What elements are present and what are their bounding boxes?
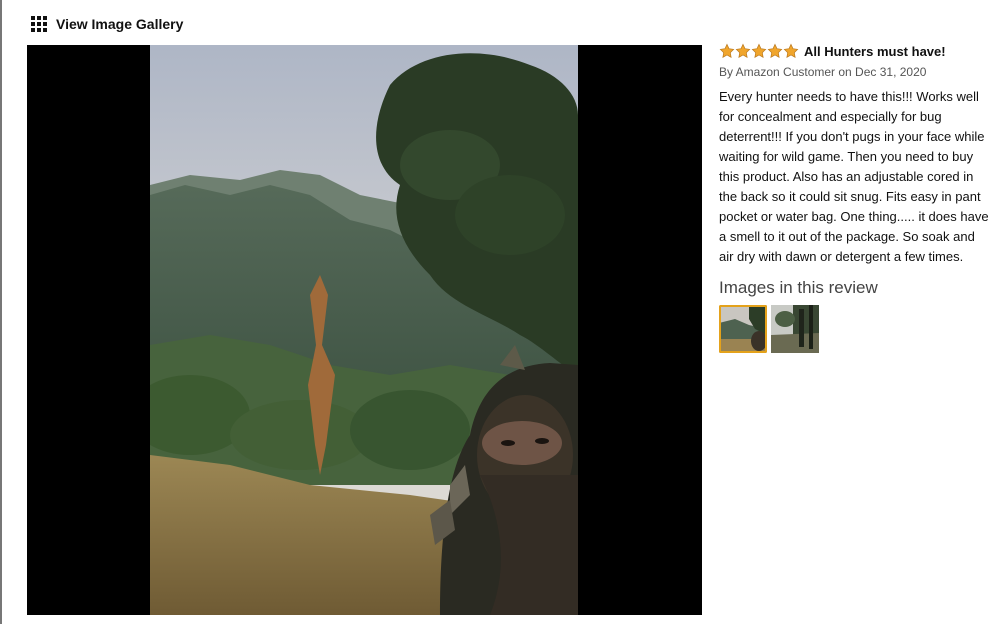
star-rating (719, 43, 799, 59)
star-icon (719, 43, 735, 58)
star-icon (751, 43, 767, 58)
review-thumbnail-1[interactable] (719, 305, 767, 353)
window-left-edge (0, 0, 2, 624)
review-panel: All Hunters must have! By Amazon Custome… (719, 42, 989, 353)
review-byline: By Amazon Customer on Dec 31, 2020 (719, 65, 927, 79)
review-title-row: All Hunters must have! (719, 42, 989, 60)
star-icon (735, 43, 751, 58)
review-title[interactable]: All Hunters must have! (804, 44, 946, 59)
images-in-review-heading: Images in this review (719, 278, 878, 297)
review-photo[interactable] (150, 45, 578, 615)
grid-icon (31, 16, 47, 32)
review-thumbnails (719, 305, 989, 353)
view-image-gallery-label: View Image Gallery (56, 16, 184, 32)
review-body: Every hunter needs to have this!!! Works… (719, 89, 989, 264)
image-viewer (27, 45, 702, 615)
review-thumbnail-2[interactable] (771, 305, 819, 353)
view-image-gallery-link[interactable]: View Image Gallery (31, 14, 183, 34)
star-icon (767, 43, 783, 58)
star-icon (783, 43, 799, 58)
